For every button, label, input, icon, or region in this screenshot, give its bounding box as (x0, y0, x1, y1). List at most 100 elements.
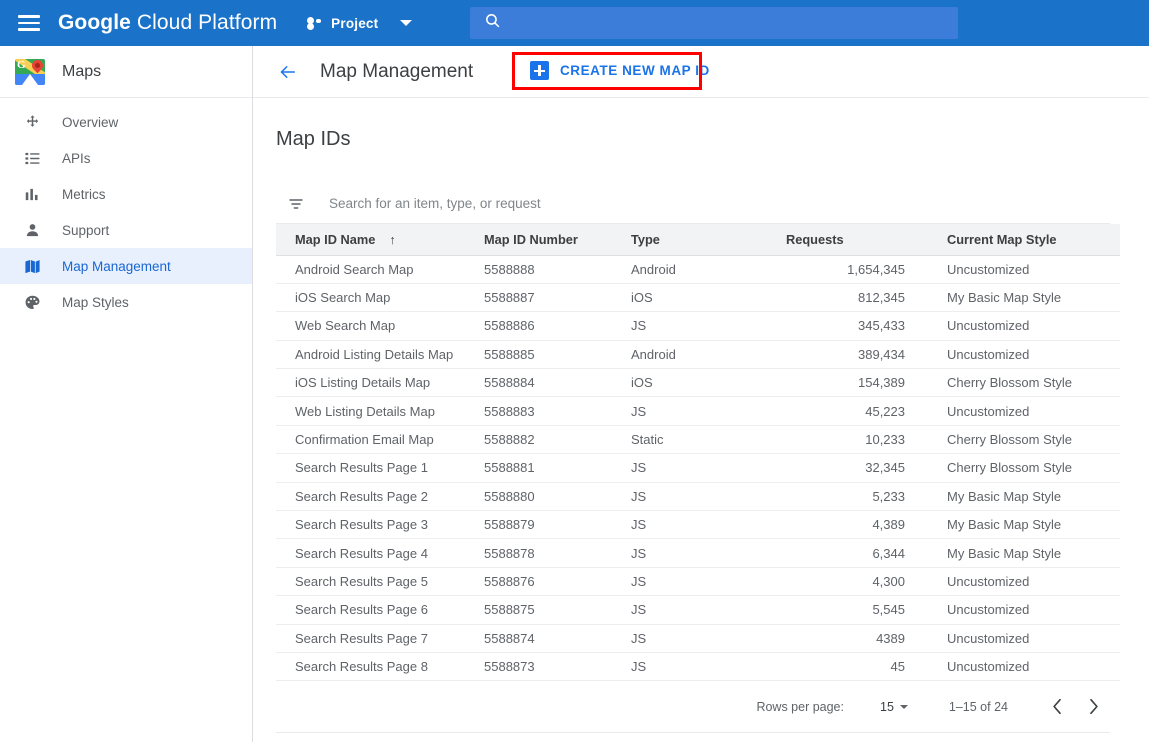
table-row[interactable]: iOS Search Map 5588887 iOS 812,345 My Basic … (276, 283, 1120, 313)
cell-current-map-style: Cherry Blossom Style (943, 368, 1120, 398)
rows-per-page-select[interactable]: 15 (880, 700, 908, 714)
chevron-down-icon (899, 704, 908, 709)
column-header-type[interactable]: Type (631, 224, 786, 256)
top-app-bar: Google Cloud Platform Project (0, 0, 1149, 46)
project-selector[interactable]: Project (307, 16, 378, 31)
cell-requests: 6,344 (786, 538, 943, 568)
sidebar-item-support[interactable]: Support (0, 212, 252, 248)
cell-map-id-name: Android Search Map (276, 255, 484, 284)
table-row[interactable]: Web Listing Details Map 5588883 JS 45,223 Un… (276, 396, 1120, 426)
cell-map-id-name: Search Results Page 2 (276, 482, 484, 512)
cell-type: JS (631, 567, 786, 597)
table-row[interactable]: Search Results Page 2 5588880 JS 5,233 My Ba… (276, 482, 1120, 512)
sidebar-item-map-management[interactable]: Map Management (0, 248, 252, 284)
cell-map-id-number: 5588888 (484, 255, 631, 284)
table-row[interactable]: Search Results Page 6 5588875 JS 5,545 Uncus… (276, 595, 1120, 625)
search-icon (484, 12, 501, 34)
sidebar-item-apis[interactable]: APIs (0, 140, 252, 176)
table-row[interactable]: Android Listing Details Map 5588885 Androi… (276, 340, 1120, 370)
cell-current-map-style: My Basic Map Style (943, 482, 1120, 512)
table-row[interactable]: Search Results Page 1 5588881 JS 32,345 Cher… (276, 453, 1120, 483)
map-icon (22, 256, 42, 276)
back-arrow-icon[interactable] (276, 63, 299, 81)
filter-icon[interactable] (285, 196, 307, 212)
search-input[interactable] (329, 196, 929, 211)
sidebar-item-label: Support (62, 222, 110, 238)
pagination-range: 1–15 of 24 (948, 699, 1008, 714)
cell-requests: 4,389 (786, 510, 943, 540)
cell-map-id-name: iOS Listing Details Map (276, 368, 484, 398)
cell-map-id-number: 5588876 (484, 567, 631, 597)
column-header-requests[interactable]: Requests (786, 224, 943, 256)
cell-map-id-name: Web Search Map (276, 311, 484, 341)
cell-map-id-number: 5588882 (484, 425, 631, 455)
table-search-row[interactable] (276, 184, 1110, 224)
cell-requests: 10,233 (786, 425, 943, 455)
cell-type: JS (631, 396, 786, 426)
sidebar-item-overview[interactable]: Overview (0, 104, 252, 140)
global-search-field[interactable] (470, 7, 958, 39)
create-new-map-id-button[interactable]: CREATE NEW MAP ID (521, 56, 719, 85)
map-ids-table: Map ID Name ↑ Map ID Number Type Requests… (276, 224, 1120, 682)
main-content: Map Management CREATE NEW MAP ID Map IDs (253, 46, 1149, 742)
cell-map-id-name: Confirmation Email Map (276, 425, 484, 455)
cell-requests: 5,233 (786, 482, 943, 512)
cell-map-id-number: 5588878 (484, 538, 631, 568)
table-row[interactable]: iOS Listing Details Map 5588884 iOS 154,389… (276, 368, 1120, 398)
cell-map-id-name: Search Results Page 7 (276, 624, 484, 653)
table-row[interactable]: Search Results Page 5 5588876 JS 4,300 Uncus… (276, 567, 1120, 597)
cell-type: JS (631, 538, 786, 568)
table-row[interactable]: Android Search Map 5588888 Android 1,654,34… (276, 255, 1120, 284)
sidebar-item-metrics[interactable]: Metrics (0, 176, 252, 212)
column-header-map-id-number[interactable]: Map ID Number (484, 224, 631, 256)
cell-type: JS (631, 652, 786, 682)
table-row[interactable]: Web Search Map 5588886 JS 345,433 Uncustomiz… (276, 311, 1120, 341)
column-label: Map ID Name (295, 231, 376, 247)
cell-map-id-name: Search Results Page 8 (276, 652, 484, 682)
table-header-row: Map ID Name ↑ Map ID Number Type Requests… (276, 224, 1120, 256)
brand-cloud-platform: Cloud Platform (136, 11, 278, 34)
cell-type: JS (631, 311, 786, 341)
cell-map-id-number: 5588887 (484, 283, 631, 313)
cell-requests: 389,434 (786, 340, 943, 370)
sidebar-item-map-styles[interactable]: Map Styles (0, 284, 252, 320)
plus-square-icon (530, 61, 549, 80)
previous-page-button[interactable] (1044, 698, 1070, 715)
column-header-map-id-name[interactable]: Map ID Name ↑ (276, 224, 484, 256)
cell-requests: 5,545 (786, 595, 943, 625)
table-row[interactable]: Search Results Page 3 5588879 JS 4,389 My Ba… (276, 510, 1120, 540)
cell-map-id-name: iOS Search Map (276, 283, 484, 313)
cell-type: JS (631, 453, 786, 483)
cell-current-map-style: Uncustomized (943, 567, 1120, 597)
sidebar-product-header: G Maps (0, 46, 252, 98)
table-row[interactable]: Search Results Page 7 5588874 JS 4389 Uncust… (276, 624, 1120, 653)
palette-icon (22, 292, 42, 312)
cell-requests: 45 (786, 652, 943, 682)
cell-map-id-name: Search Results Page 5 (276, 567, 484, 597)
arrow-up-icon: ↑ (389, 232, 396, 247)
table-row[interactable]: Confirmation Email Map 5588882 Static 10,23… (276, 425, 1120, 455)
person-icon (22, 220, 42, 240)
cell-map-id-number: 5588881 (484, 453, 631, 483)
chevron-down-icon[interactable] (400, 20, 413, 26)
cell-requests: 812,345 (786, 283, 943, 313)
cell-map-id-number: 5588886 (484, 311, 631, 341)
cell-requests: 345,433 (786, 311, 943, 341)
rows-per-page-label: Rows per page: (756, 699, 844, 714)
cell-type: Static (631, 425, 786, 455)
cell-current-map-style: Uncustomized (943, 652, 1120, 682)
cell-current-map-style: Uncustomized (943, 311, 1120, 341)
table-body: Android Search Map 5588888 Android 1,654,34… (276, 255, 1120, 682)
cell-current-map-style: Uncustomized (943, 396, 1120, 426)
cell-map-id-number: 5588883 (484, 396, 631, 426)
cell-current-map-style: My Basic Map Style (943, 538, 1120, 568)
column-header-current-map-style[interactable]: Current Map Style (943, 224, 1120, 256)
next-page-button[interactable] (1080, 698, 1106, 715)
table-row[interactable]: Search Results Page 8 5588873 JS 45 Uncustom… (276, 652, 1120, 682)
cell-current-map-style: Uncustomized (943, 595, 1120, 625)
cell-map-id-name: Search Results Page 6 (276, 595, 484, 625)
hamburger-icon[interactable] (18, 15, 40, 31)
cell-current-map-style: Uncustomized (943, 340, 1120, 370)
table-row[interactable]: Search Results Page 4 5588878 JS 6,344 My Ba… (276, 538, 1120, 568)
cell-map-id-number: 5588873 (484, 652, 631, 682)
